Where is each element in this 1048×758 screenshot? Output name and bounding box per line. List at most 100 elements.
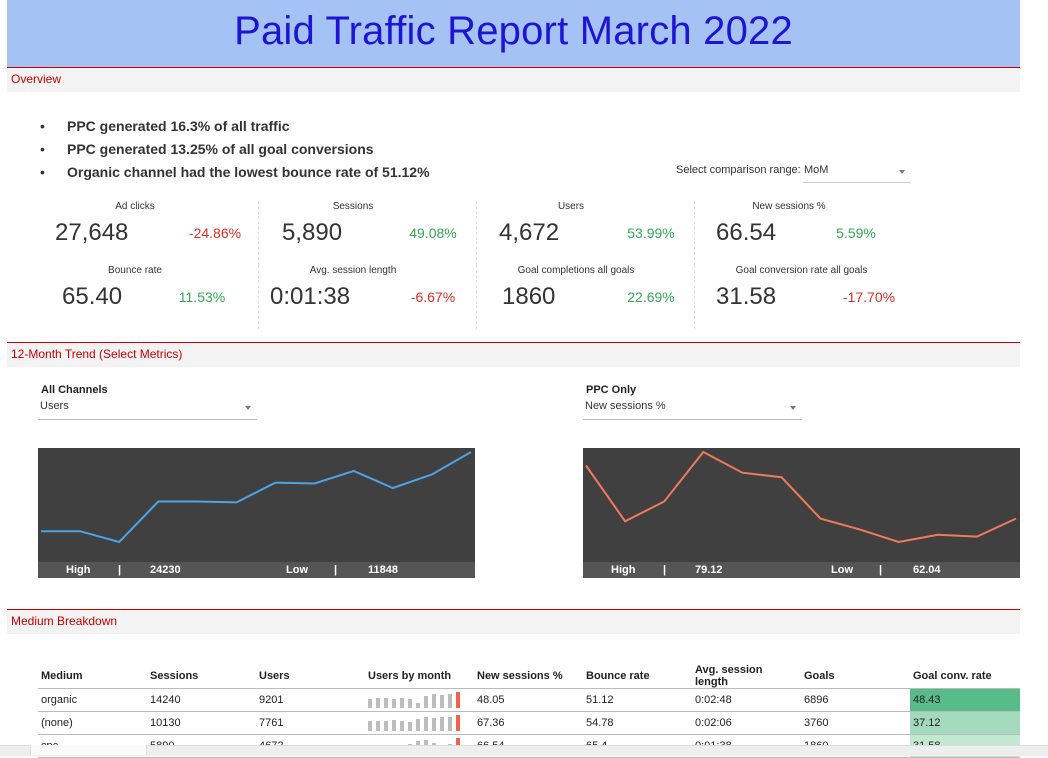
sparkline-bar	[424, 696, 428, 708]
all-channels-trend-chart: High | 24230 Low | 11848	[38, 448, 475, 578]
column-header[interactable]: Sessions	[147, 664, 256, 689]
column-header[interactable]: Goal conv. rate	[910, 664, 1020, 689]
kpi-label: Users	[557, 201, 585, 212]
sparkline-bar	[456, 715, 460, 731]
new-sessions-cell: 48.05	[474, 688, 583, 712]
comparison-range-select[interactable]: MoM	[803, 161, 911, 183]
kpi-avg-session-length: Avg. session length 0:01:38 -6.67%	[258, 265, 477, 329]
low-label: Low	[286, 564, 308, 576]
kpi-change: 53.99%	[627, 225, 675, 241]
kpi-change: 22.69%	[627, 289, 675, 305]
kpi-value: 27,648	[55, 219, 129, 246]
sparkline-bar	[424, 717, 428, 731]
trend-line-svg	[41, 451, 472, 544]
users-by-month-cell	[365, 688, 474, 712]
kpi-bounce-rate: Bounce rate 65.40 11.53%	[40, 265, 259, 329]
kpi-value: 5,890	[282, 219, 343, 246]
chart-footer: High | 79.12 Low | 62.04	[583, 562, 1020, 578]
medium-cell: (none)	[38, 711, 147, 735]
sparkline-bar	[400, 698, 404, 708]
bounce-rate-cell: 51.12	[583, 688, 692, 712]
sparkline-bar	[400, 721, 404, 731]
high-label: High	[611, 564, 636, 576]
avg-session-length-cell: 0:02:48	[692, 688, 801, 712]
section-title: 12-Month Trend (Select Metrics)	[11, 347, 183, 361]
kpi-users: Users 4,672 53.99%	[476, 201, 695, 265]
all-channels-metric-select[interactable]: Users	[38, 397, 257, 420]
kpi-label: Avg. session length	[309, 265, 397, 276]
high-value: 24230	[150, 564, 181, 576]
separator: |	[118, 564, 122, 576]
goals-cell: 6896	[801, 688, 910, 712]
sparkline-bar	[432, 718, 436, 731]
kpi-label: Goal completions all goals	[517, 265, 635, 276]
new-sessions-cell: 67.36	[474, 711, 583, 735]
section-title: Overview	[11, 72, 62, 86]
low-label: Low	[831, 564, 853, 576]
sessions-cell: 14240	[147, 688, 256, 712]
medium-breakdown-table: Medium Sessions Users Users by month New…	[38, 664, 1020, 758]
metric-select-value: New sessions %	[585, 400, 666, 412]
column-header[interactable]: Bounce rate	[583, 664, 692, 689]
comparison-range-value: MoM	[804, 164, 829, 176]
kpi-goal-completions: Goal completions all goals 1860 22.69%	[476, 265, 695, 329]
trend-line-svg	[585, 450, 1017, 544]
low-value: 11848	[368, 564, 398, 576]
sparkline-bar	[456, 692, 460, 708]
table-row: (none) 10130 7761 67.36 54.78 0:02:06 3760 37.1…	[38, 711, 1020, 735]
users-by-month-cell	[365, 711, 474, 735]
kpi-value: 4,672	[499, 219, 560, 246]
column-header[interactable]: Goals	[801, 664, 910, 689]
sparkline-bar	[416, 719, 420, 731]
kpi-value: 1860	[502, 283, 556, 310]
title-bar: Paid Traffic Report March 2022	[7, 0, 1020, 68]
kpi-label: Bounce rate	[108, 265, 162, 276]
sparkline-bar	[384, 721, 388, 731]
separator: |	[663, 564, 667, 576]
kpi-ad-clicks: Ad clicks 27,648 -24.86%	[40, 201, 259, 265]
kpi-change: 5.59%	[836, 225, 876, 241]
bounce-rate-cell: 54.78	[583, 711, 692, 735]
sparkline-bar	[384, 698, 388, 708]
page-navigation-bar	[0, 745, 1048, 756]
trend-line	[41, 451, 472, 544]
section-header-breakdown: Medium Breakdown	[7, 609, 1020, 634]
bullet-item: PPC generated 13.25% of all goal convers…	[40, 140, 430, 163]
goal-conv-rate-cell: 37.12	[910, 711, 1020, 735]
column-header[interactable]: Users	[256, 664, 365, 689]
sparkline-bar	[376, 721, 380, 731]
kpi-change: -24.86%	[188, 225, 242, 241]
sparkline-bar	[376, 698, 380, 708]
sparkline-bar	[408, 699, 412, 708]
trend-line	[585, 450, 1017, 544]
avg-session-length-cell: 0:02:06	[692, 711, 801, 735]
high-value: 79.12	[695, 564, 723, 576]
kpi-change: -17.70%	[842, 289, 896, 305]
table-header-row: Medium Sessions Users Users by month New…	[38, 664, 1020, 689]
sparkline-bar	[408, 722, 412, 731]
kpi-sessions: Sessions 5,890 49.08%	[258, 201, 477, 265]
sparkline-bar	[448, 694, 452, 708]
kpi-value: 0:01:38	[270, 283, 351, 310]
column-header[interactable]: Users by month	[365, 664, 474, 689]
sparkline-bar	[440, 695, 444, 708]
column-header[interactable]: New sessions %	[474, 664, 583, 689]
ppc-only-metric-select[interactable]: New sessions %	[583, 397, 802, 420]
goals-cell: 3760	[801, 711, 910, 735]
chevron-down-icon	[245, 406, 251, 410]
low-value: 62.04	[913, 564, 941, 576]
kpi-value: 66.54	[716, 219, 777, 246]
sparkline-bars	[368, 692, 468, 708]
goal-conv-rate-cell: 48.43	[910, 688, 1020, 712]
column-header[interactable]: Avg. session length	[692, 664, 801, 689]
sparkline-bar	[392, 699, 396, 708]
column-header[interactable]: Medium	[38, 664, 147, 689]
kpi-change: -6.67%	[410, 289, 456, 305]
chevron-down-icon	[899, 170, 905, 174]
kpi-label: Ad clicks	[115, 201, 155, 212]
page-tab[interactable]	[30, 745, 147, 755]
users-cell: 7761	[256, 711, 365, 735]
kpi-goal-conversion-rate: Goal conversion rate all goals 31.58 -17…	[694, 265, 912, 329]
section-title: Medium Breakdown	[11, 614, 118, 628]
sparkline-bar	[448, 717, 452, 731]
